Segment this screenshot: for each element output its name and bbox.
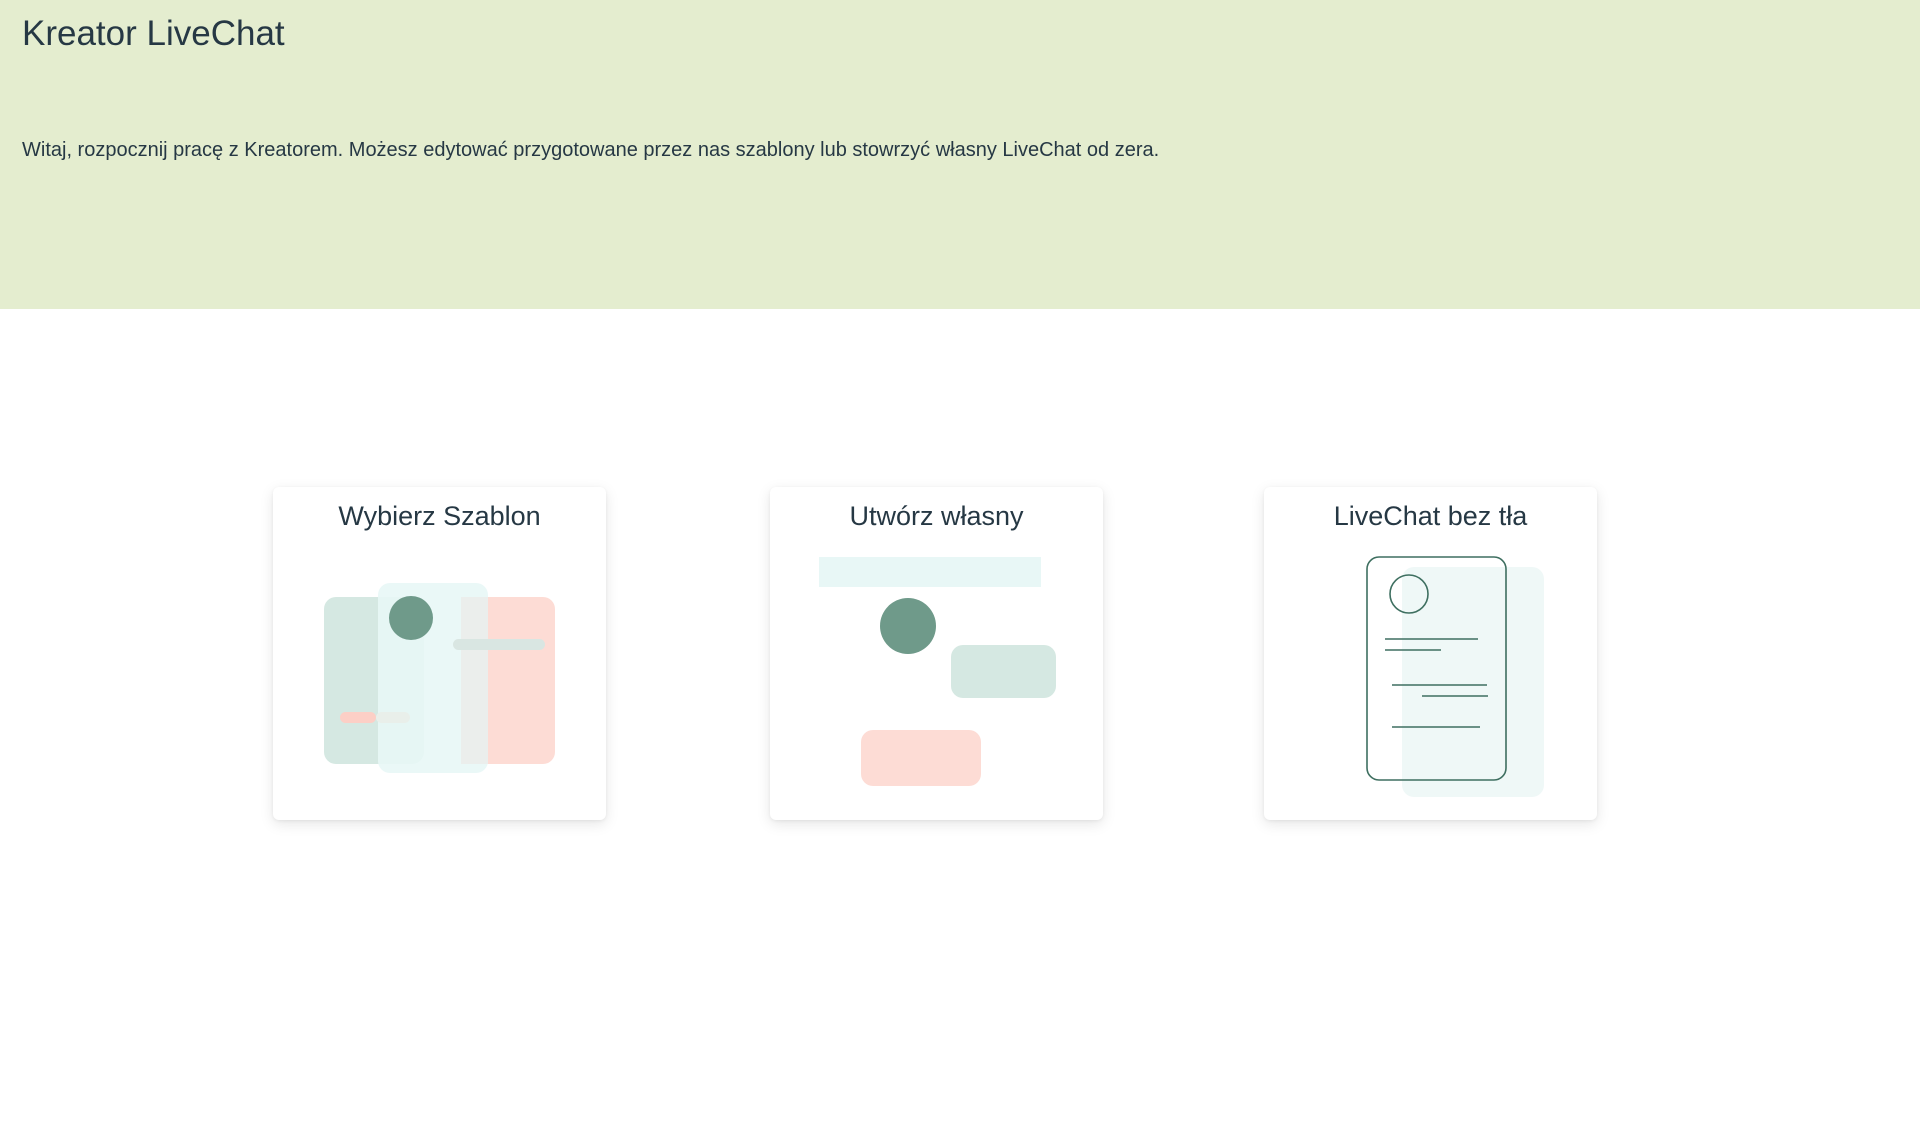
header-banner: Kreator LiveChat Witaj, rozpocznij pracę…: [0, 0, 1920, 309]
page-title: Kreator LiveChat: [22, 14, 285, 53]
transparent-phone-illustration-icon: [1366, 556, 1544, 797]
transparent-livechat-label: LiveChat bez tła: [1333, 501, 1528, 531]
custom-chat-illustration-icon: [819, 557, 1056, 786]
choose-template-card[interactable]: Wybierz Szablon: [273, 487, 606, 820]
choose-template-label: Wybierz Szablon: [338, 501, 541, 531]
templates-illustration-icon: [324, 583, 555, 773]
transparent-livechat-card[interactable]: LiveChat bez tła: [1264, 487, 1597, 820]
intro-text: Witaj, rozpocznij pracę z Kreatorem. Moż…: [22, 139, 1160, 161]
create-own-label: Utwórz własny: [849, 501, 1024, 531]
create-own-card[interactable]: Utwórz własny: [770, 487, 1103, 820]
